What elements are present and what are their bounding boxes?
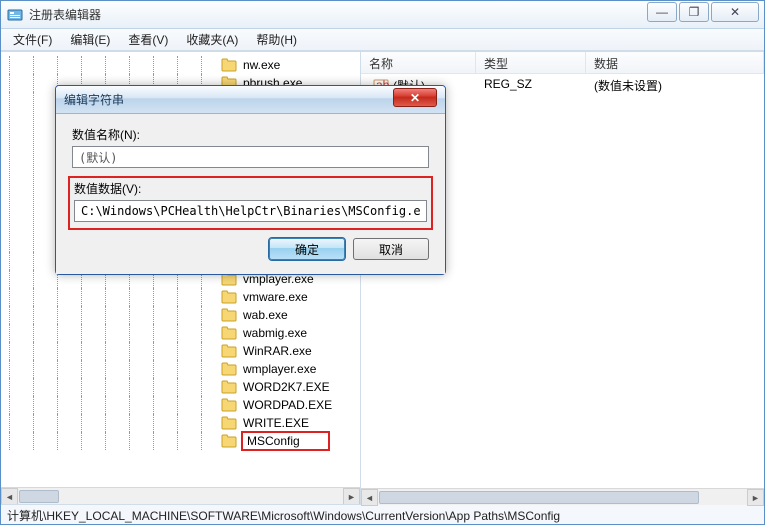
- tree-item[interactable]: WRITE.EXE: [1, 414, 360, 432]
- ok-button[interactable]: 确定: [269, 238, 345, 260]
- tree-item[interactable]: WORDPAD.EXE: [1, 396, 360, 414]
- col-name[interactable]: 名称: [361, 52, 476, 73]
- maximize-button[interactable]: ❐: [679, 2, 709, 22]
- folder-icon: [221, 290, 237, 304]
- scroll-right-arrow-icon[interactable]: ►: [747, 489, 764, 504]
- tree-item-label: WRITE.EXE: [241, 416, 311, 430]
- tree-item-label: wmplayer.exe: [241, 362, 318, 376]
- minimize-button[interactable]: —: [647, 2, 677, 22]
- folder-icon: [221, 362, 237, 376]
- value-name-label: 数值名称(N):: [72, 126, 429, 143]
- folder-icon: [221, 380, 237, 394]
- folder-icon: [221, 416, 237, 430]
- value-data-input[interactable]: [74, 200, 427, 222]
- values-header: 名称 类型 数据: [361, 52, 764, 74]
- values-hscrollbar[interactable]: ◄ ►: [361, 488, 764, 504]
- folder-icon: [221, 434, 237, 448]
- dialog-close-button[interactable]: ✕: [393, 88, 437, 107]
- app-icon: [7, 7, 23, 23]
- col-type[interactable]: 类型: [476, 52, 586, 73]
- value-data-label: 数值数据(V):: [74, 180, 427, 197]
- scroll-thumb[interactable]: [19, 490, 59, 503]
- edit-string-dialog: 编辑字符串 ✕ 数值名称(N): 数值数据(V): 确定 取消: [55, 85, 446, 275]
- menu-view[interactable]: 查看(V): [120, 29, 176, 50]
- close-button[interactable]: ✕: [711, 2, 759, 22]
- tree-item-label: WORDPAD.EXE: [241, 398, 334, 412]
- scroll-left-arrow-icon[interactable]: ◄: [361, 489, 378, 504]
- tree-item-label: WORD2K7.EXE: [241, 380, 332, 394]
- menubar: 文件(F) 编辑(E) 查看(V) 收藏夹(A) 帮助(H): [1, 29, 764, 51]
- tree-item[interactable]: wabmig.exe: [1, 324, 360, 342]
- menu-help[interactable]: 帮助(H): [248, 29, 305, 50]
- dialog-titlebar[interactable]: 编辑字符串 ✕: [56, 86, 445, 114]
- statusbar: 计算机\HKEY_LOCAL_MACHINE\SOFTWARE\Microsof…: [1, 504, 764, 524]
- col-data[interactable]: 数据: [586, 52, 764, 73]
- value-name-input[interactable]: [72, 146, 429, 168]
- folder-icon: [221, 308, 237, 322]
- tree-item[interactable]: WORD2K7.EXE: [1, 378, 360, 396]
- tree-item[interactable]: nw.exe: [1, 56, 360, 74]
- tree-item-label: vmware.exe: [241, 290, 310, 304]
- folder-icon: [221, 398, 237, 412]
- tree-item-label: wabmig.exe: [241, 326, 309, 340]
- tree-item-label: MSConfig: [241, 431, 330, 451]
- tree-item-label: WinRAR.exe: [241, 344, 314, 358]
- scroll-thumb[interactable]: [379, 491, 699, 504]
- folder-icon: [221, 326, 237, 340]
- menu-edit[interactable]: 编辑(E): [62, 29, 118, 50]
- tree-item[interactable]: wab.exe: [1, 306, 360, 324]
- folder-icon: [221, 344, 237, 358]
- folder-icon: [221, 58, 237, 72]
- titlebar[interactable]: 注册表编辑器 — ❐ ✕: [1, 1, 764, 29]
- tree-item[interactable]: vmware.exe: [1, 288, 360, 306]
- value-type: REG_SZ: [476, 77, 586, 94]
- dialog-title: 编辑字符串: [64, 91, 393, 108]
- tree-item[interactable]: wmplayer.exe: [1, 360, 360, 378]
- status-path: 计算机\HKEY_LOCAL_MACHINE\SOFTWARE\Microsof…: [7, 509, 560, 523]
- menu-file[interactable]: 文件(F): [5, 29, 60, 50]
- highlight-annotation: 数值数据(V):: [68, 176, 433, 230]
- tree-hscrollbar[interactable]: ◄ ►: [1, 487, 360, 504]
- scroll-left-arrow-icon[interactable]: ◄: [1, 488, 18, 504]
- menu-favorites[interactable]: 收藏夹(A): [178, 29, 246, 50]
- scroll-right-arrow-icon[interactable]: ►: [343, 488, 360, 504]
- cancel-button[interactable]: 取消: [353, 238, 429, 260]
- tree-item-label: nw.exe: [241, 58, 282, 72]
- value-data: (数值未设置): [586, 77, 764, 94]
- tree-item[interactable]: WinRAR.exe: [1, 342, 360, 360]
- tree-item-label: wab.exe: [241, 308, 290, 322]
- tree-item[interactable]: MSConfig: [1, 432, 360, 450]
